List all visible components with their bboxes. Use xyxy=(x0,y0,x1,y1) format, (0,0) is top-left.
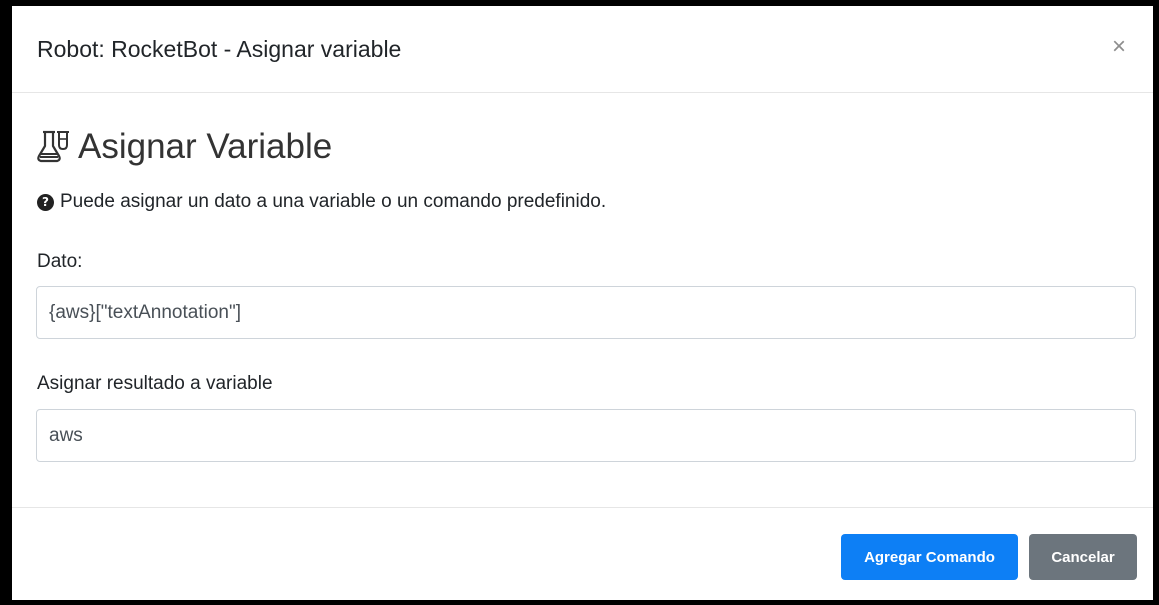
help-line: ? Puede asignar un dato a una variable o… xyxy=(37,191,606,213)
flask-icon xyxy=(37,130,69,163)
dato-label: Dato: xyxy=(37,251,83,272)
modal-title: Robot: RocketBot - Asignar variable xyxy=(37,36,402,62)
dato-input[interactable] xyxy=(36,286,1136,339)
question-circle-icon: ? xyxy=(37,193,54,211)
cancel-button[interactable]: Cancelar xyxy=(1029,534,1137,580)
section-heading-text: Asignar Variable xyxy=(78,127,333,166)
modal-footer: Agregar Comando Cancelar xyxy=(12,508,1153,600)
result-variable-input[interactable] xyxy=(36,409,1136,462)
result-variable-label: Asignar resultado a variable xyxy=(37,373,273,394)
modal-dialog: Robot: RocketBot - Asignar variable × As… xyxy=(12,6,1153,600)
modal-header: Robot: RocketBot - Asignar variable × xyxy=(12,6,1153,93)
close-button[interactable]: × xyxy=(1107,32,1131,62)
modal-body: Asignar Variable ? Puede asignar un dato… xyxy=(12,93,1153,508)
add-command-button[interactable]: Agregar Comando xyxy=(841,534,1018,580)
help-text: Puede asignar un dato a una variable o u… xyxy=(60,191,607,212)
section-heading: Asignar Variable xyxy=(35,127,332,167)
